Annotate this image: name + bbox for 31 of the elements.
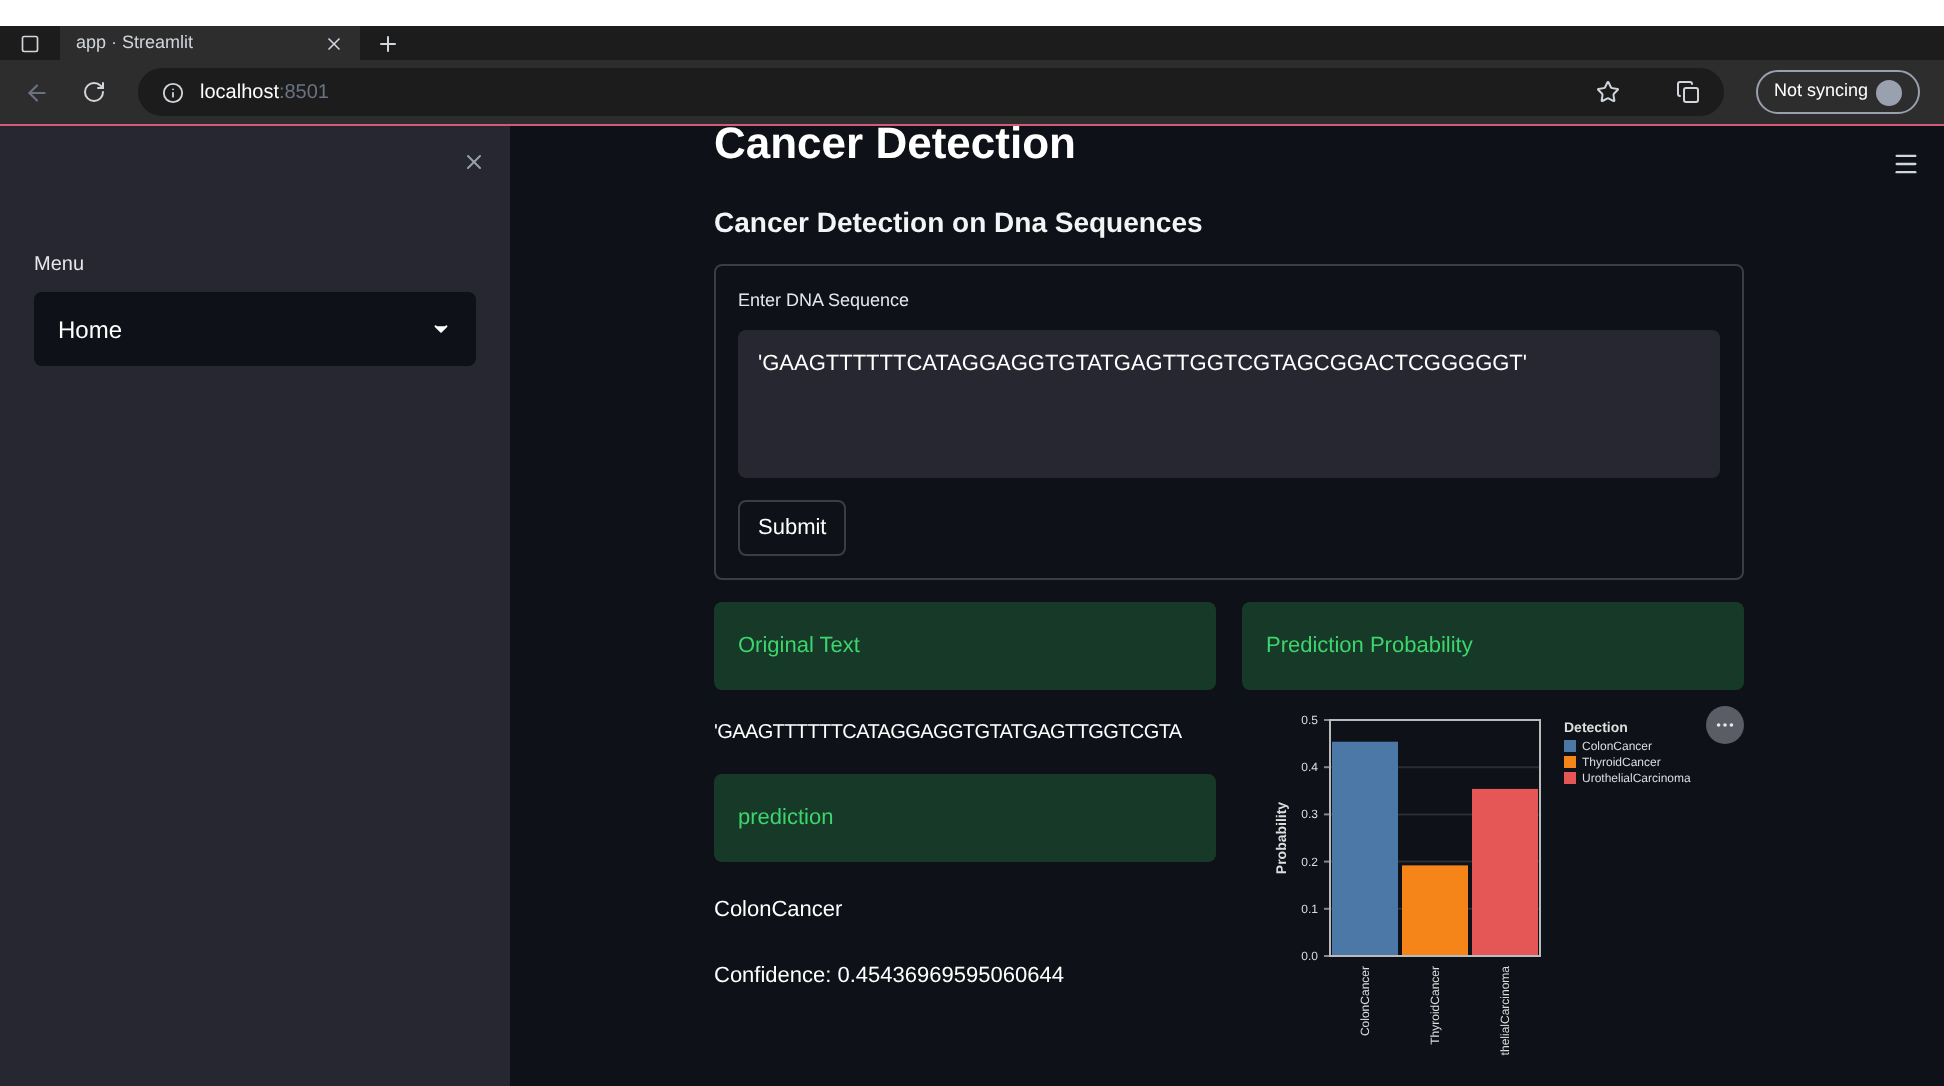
info-icon [162,81,184,103]
original-text: 'GAAGTTTTTTCATAGGAGGTGTATGAGTTGGTCGTA [714,720,1182,748]
address-text: localhost:8501 [200,79,329,107]
field-label: Enter DNA Sequence [738,288,912,314]
confidence-text: Confidence: 0.45436969595060644 [714,961,1066,991]
tab-title: app · Streamlit [76,29,196,56]
reload-icon[interactable] [82,80,106,104]
page-title: Cancer Detection [714,122,1078,166]
new-tab-icon[interactable] [376,31,400,55]
profile-button[interactable]: Not syncing [1755,70,1920,114]
address-bar[interactable]: localhost:8501 [138,68,1724,116]
alert-box: Original Text [714,602,1216,690]
more-options-icon[interactable] [1706,706,1744,744]
close-icon[interactable] [462,150,486,174]
collections-icon[interactable] [1675,80,1700,104]
menu-label: Menu [34,252,87,280]
alert-box: prediction [714,774,1216,862]
browser-tab[interactable]: app · Streamlit [60,26,360,60]
menu-select[interactable]: Home [34,292,476,366]
section-heading: Cancer Detection on Dna Sequences [714,204,1205,242]
submit-button[interactable]: Submit [738,499,847,556]
sequence-field[interactable]: 'GAAGTTTTTTCATAGGAGGTGTATGAGTTGGTCGTAGCGGACTCGGGGGT' [738,329,1720,477]
close-icon[interactable] [324,33,344,53]
tab-actions-icon[interactable] [20,33,40,53]
alert-box: Prediction Probability [1242,602,1744,690]
back-icon[interactable] [24,79,50,105]
avatar-icon [1876,79,1902,105]
menu-icon[interactable] [1892,150,1920,178]
chart-bar [1402,865,1468,956]
favorite-icon[interactable] [1595,80,1620,104]
prediction-text: ColonCancer [714,896,845,926]
